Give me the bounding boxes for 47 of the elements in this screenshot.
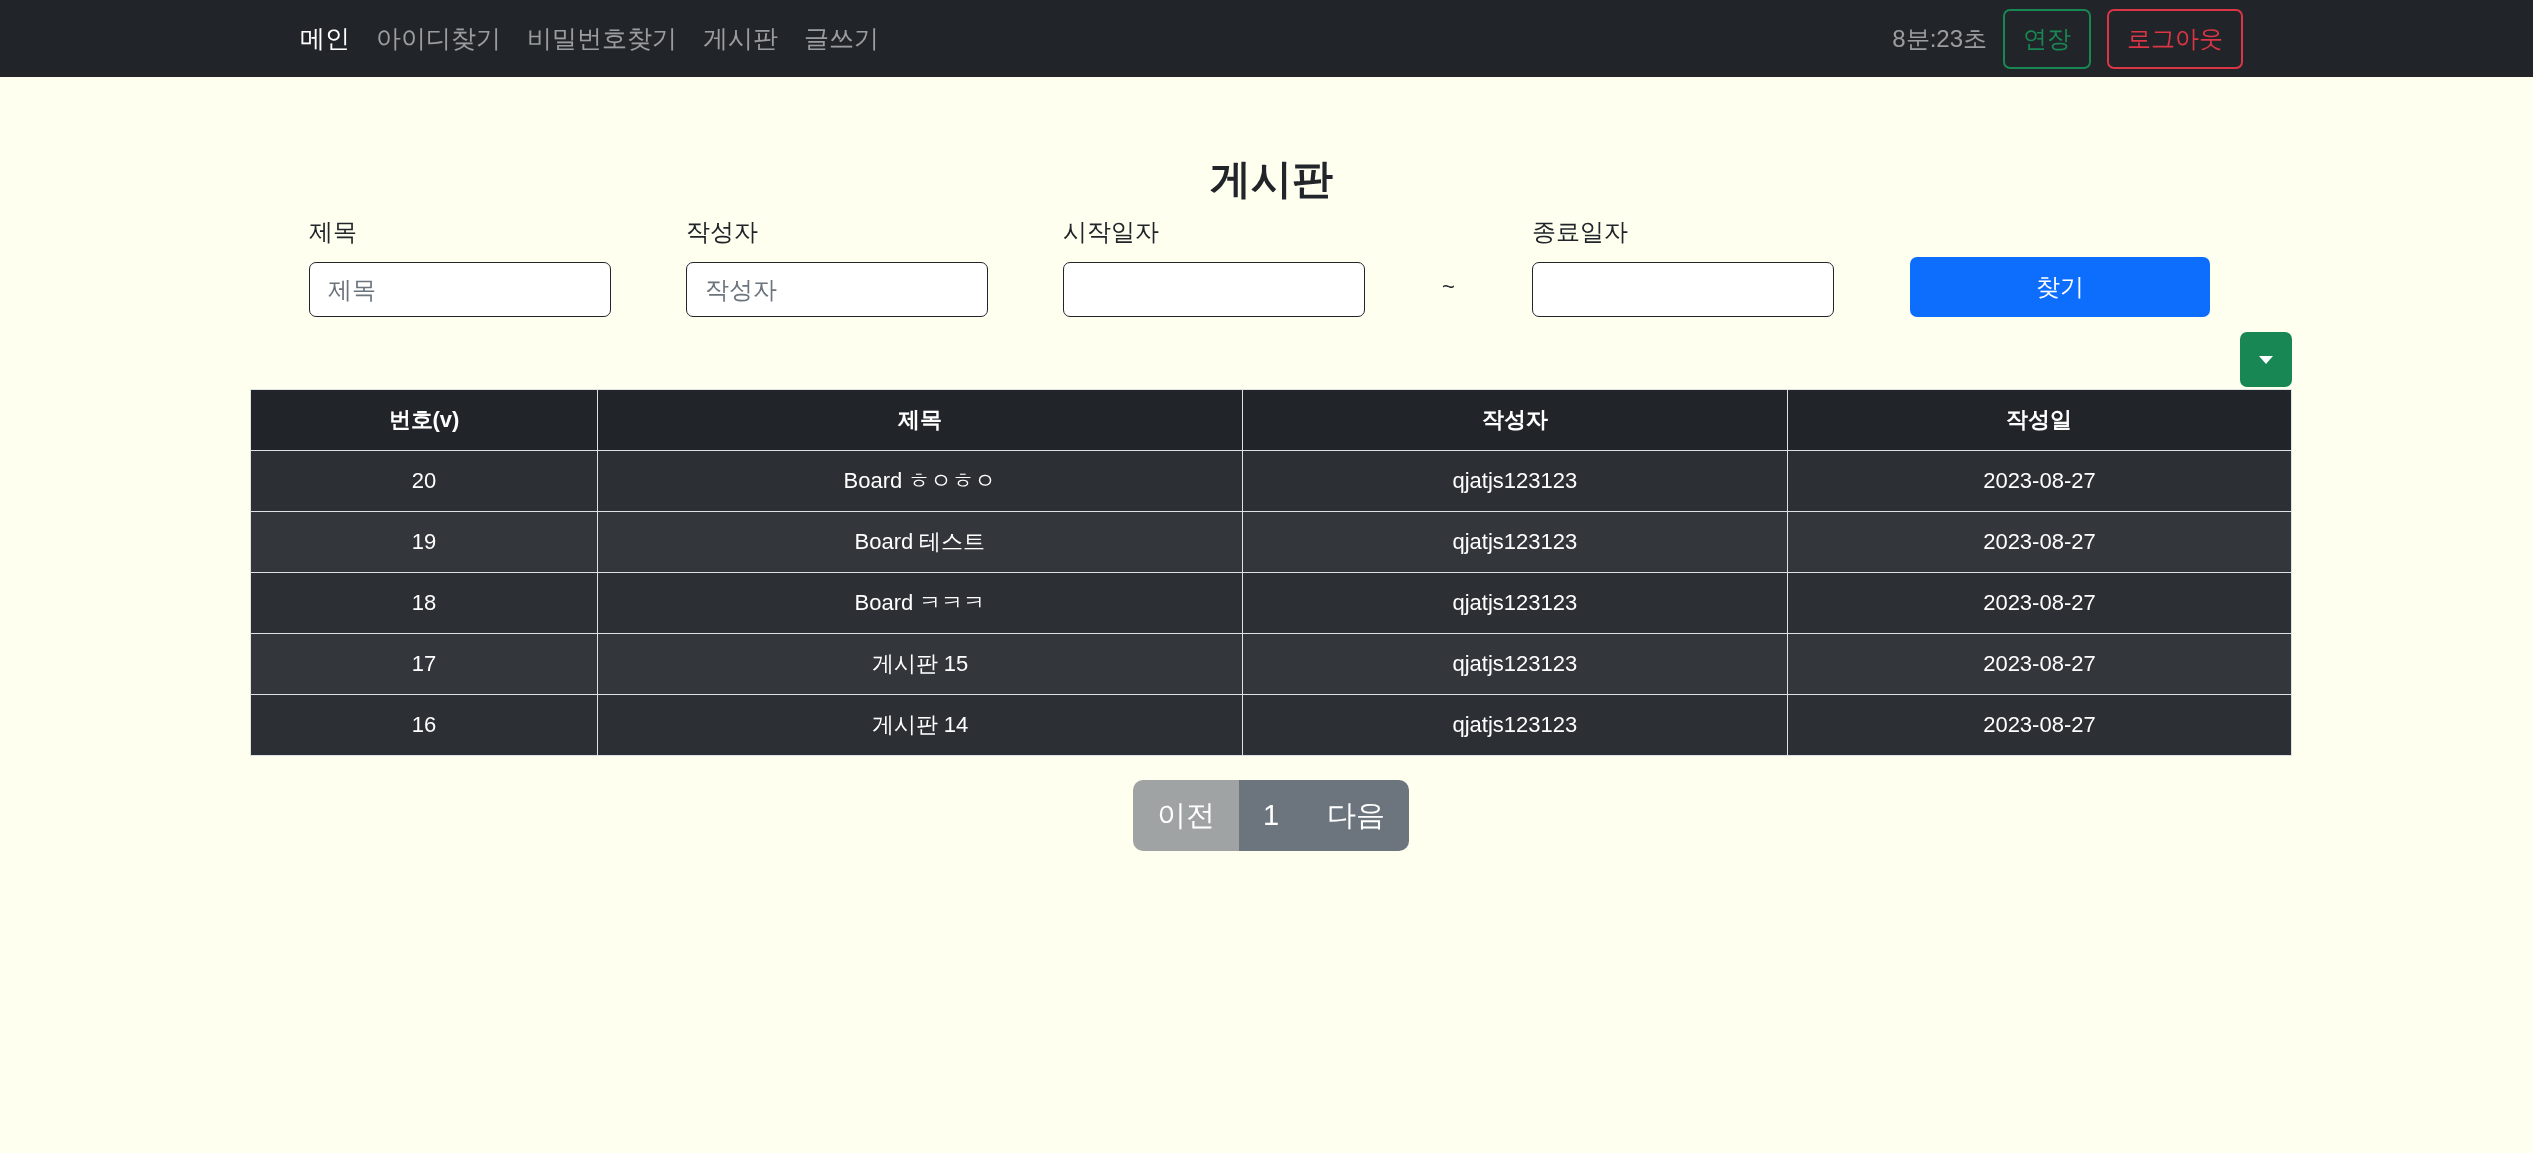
table-cell: 2023-08-27 [1787, 694, 2292, 756]
table-cell: qjatjs123123 [1242, 511, 1788, 573]
column-header[interactable]: 제목 [597, 389, 1243, 451]
table-cell: Board ㅋㅋㅋ [597, 572, 1243, 634]
range-separator: ~ [1441, 273, 1456, 300]
table-cell: qjatjs123123 [1242, 633, 1788, 695]
table-cell: 게시판 14 [597, 694, 1243, 756]
nav-link[interactable]: 글쓰기 [804, 22, 879, 55]
table-cell: 2023-08-27 [1787, 633, 2292, 695]
nav-link[interactable]: 메인 [300, 22, 350, 55]
input-field[interactable] [1063, 262, 1365, 318]
column-header[interactable]: 작성일 [1787, 389, 2292, 451]
field-label: 시작일자 [1063, 217, 1160, 248]
session-timer: 8분:23초 [1892, 23, 1987, 54]
nav-link[interactable]: 아이디찾기 [376, 22, 501, 55]
column-header[interactable]: 작성자 [1242, 389, 1788, 451]
table-cell: 2023-08-27 [1787, 572, 2292, 634]
extend-button[interactable]: 연장 [2003, 8, 2091, 69]
column-header[interactable]: 번호(v) [250, 389, 598, 451]
input-field[interactable] [1532, 262, 1834, 318]
field-label: 작성자 [686, 217, 759, 248]
table-cell: Board 테스트 [597, 511, 1243, 573]
table-cell: qjatjs123123 [1242, 450, 1788, 512]
table-cell: 2023-08-27 [1787, 511, 2292, 573]
nav-link[interactable]: 비밀번호찾기 [527, 22, 677, 55]
field-label: 종료일자 [1532, 217, 1629, 248]
table-cell: qjatjs123123 [1242, 694, 1788, 756]
table-cell: 2023-08-27 [1787, 450, 2292, 512]
table-cell: 18 [250, 572, 598, 634]
field-label: 제목 [309, 217, 358, 248]
page-title: 게시판 [1208, 155, 1334, 204]
logout-button[interactable]: 로그아웃 [2107, 8, 2243, 69]
page-button[interactable]: 다음 [1303, 780, 1410, 852]
table-cell: 20 [250, 450, 598, 512]
input-field[interactable]: 작성자 [686, 262, 988, 318]
table-cell: 19 [250, 511, 598, 573]
dropdown-button[interactable] [2240, 332, 2292, 388]
caret-down-icon [2259, 355, 2273, 364]
table-cell: qjatjs123123 [1242, 572, 1788, 634]
input-field[interactable]: 제목 [309, 262, 611, 318]
nav-link[interactable]: 게시판 [703, 22, 778, 55]
table-cell: 16 [250, 694, 598, 756]
page-button[interactable]: 1 [1238, 780, 1304, 852]
search-button[interactable]: 찾기 [1910, 257, 2210, 318]
table-cell: Board ㅎㅇㅎㅇ [597, 450, 1243, 512]
table-cell: 게시판 15 [597, 633, 1243, 695]
table-cell: 17 [250, 633, 598, 695]
